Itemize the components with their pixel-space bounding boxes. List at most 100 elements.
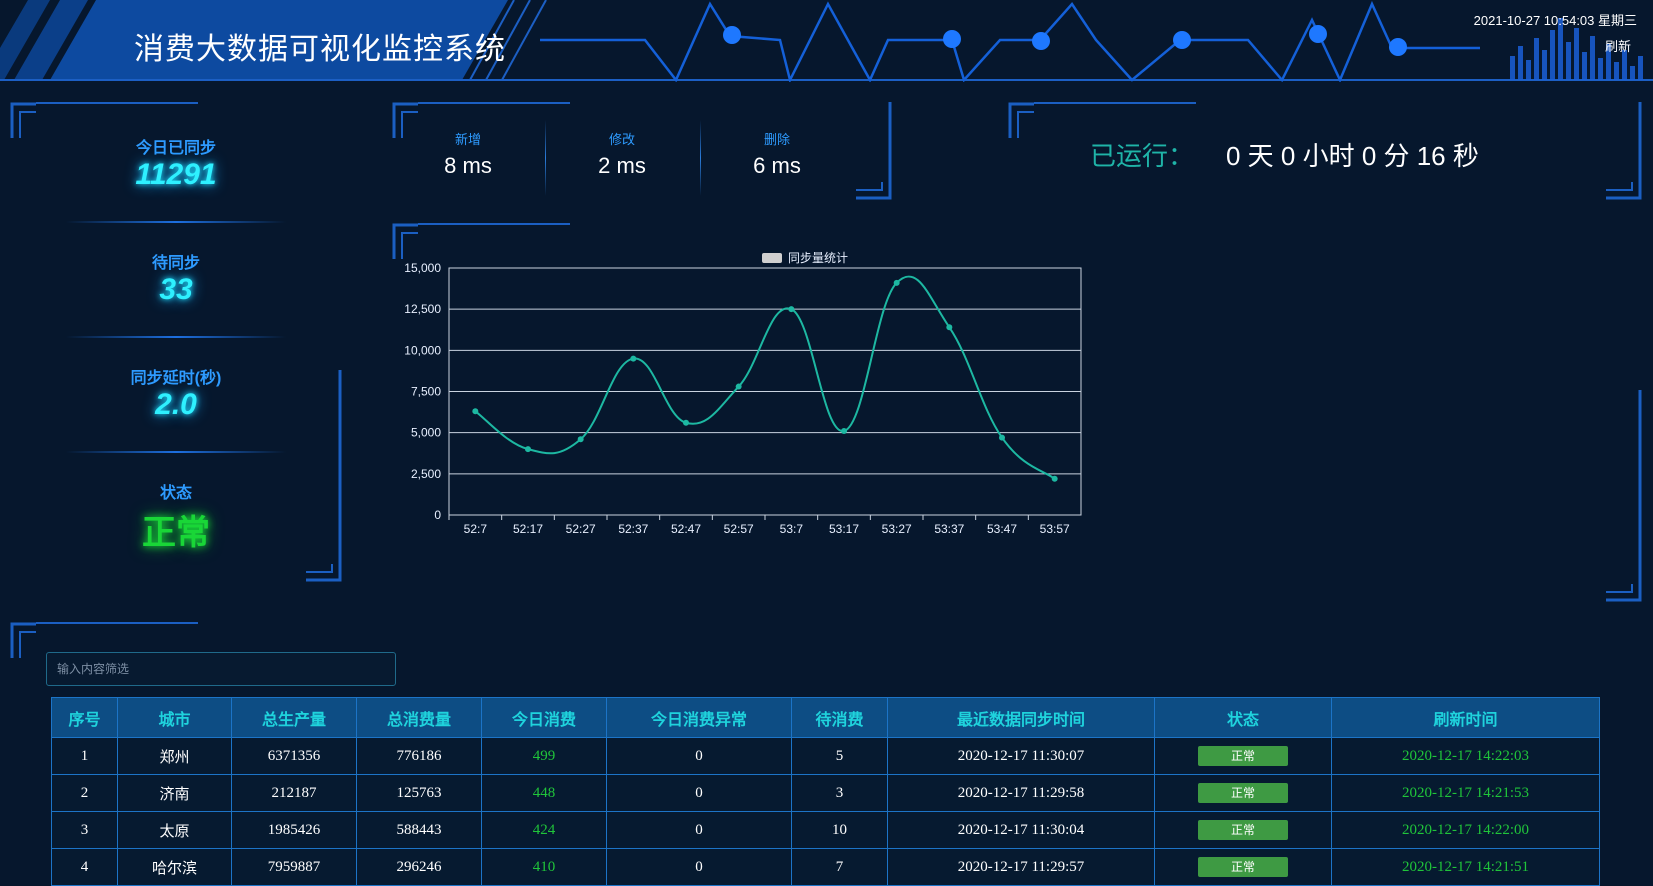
column-header: 今日消费 <box>481 697 607 738</box>
y-tick-label: 10,000 <box>404 343 441 357</box>
table-cell: 588443 <box>356 811 482 849</box>
left-panel-corner-br <box>306 370 342 582</box>
legend-label: 同步量统计 <box>788 251 848 265</box>
table-row[interactable]: 4 哈尔滨 7959887 296246 410 0 7 2020-12-17 11:29:5… <box>51 848 1600 886</box>
header-bar: 消费大数据可视化监控系统 2021-10-27 10:54:03 星期三 刷新 <box>0 0 1653 82</box>
table-cell: 济南 <box>117 774 232 812</box>
table-cell: 2020-12-17 14:22:00 <box>1331 811 1600 849</box>
column-header: 总生产量 <box>231 697 357 738</box>
data-point[interactable] <box>577 436 584 443</box>
table-cell: 2020-12-17 11:30:04 <box>887 811 1155 849</box>
table-cell: 2020-12-17 11:29:58 <box>887 774 1155 812</box>
x-tick-label: 52:27 <box>566 522 596 536</box>
table-row[interactable]: 2 济南 212187 125763 448 0 3 2020-12-17 11:29:58 正… <box>51 774 1600 812</box>
table-cell: 296246 <box>356 848 482 886</box>
chart-panel-corner-br <box>1606 390 1642 602</box>
synced-today-value: 11291 <box>135 158 217 191</box>
table-cell: 0 <box>606 737 792 775</box>
status-value: 正常 <box>142 514 210 552</box>
app-title: 消费大数据可视化监控系统 <box>134 33 506 66</box>
data-point[interactable] <box>1051 475 1058 482</box>
data-point[interactable] <box>525 446 531 453</box>
data-point[interactable] <box>472 408 479 415</box>
data-point[interactable] <box>630 355 637 362</box>
table-cell: 太原 <box>117 811 232 849</box>
uptime-label: 已运行： <box>1090 141 1195 171</box>
y-tick-label: 0 <box>434 508 441 522</box>
x-tick-label: 52:7 <box>464 522 488 536</box>
table-cell: 499 <box>481 737 607 775</box>
table-cell: 0 <box>606 774 792 812</box>
insert-time-value: 8 ms <box>444 153 492 178</box>
table-cell: 6371356 <box>231 737 357 775</box>
pending-sync-label: 待同步 <box>151 255 200 272</box>
table-cell: 1985426 <box>231 811 357 849</box>
series-line-sync-volume <box>474 275 1056 480</box>
x-tick-label: 53:37 <box>934 522 964 536</box>
x-tick-label: 53:7 <box>780 522 804 536</box>
timing-separator <box>545 120 546 196</box>
y-tick-label: 2,500 <box>411 467 441 481</box>
table-cell: 4 <box>51 848 118 886</box>
table-cell: 郑州 <box>117 737 232 775</box>
refresh-button[interactable]: 刷新 <box>1605 36 1631 55</box>
data-point[interactable] <box>683 419 689 426</box>
filter-input[interactable] <box>46 652 396 686</box>
x-tick-label: 53:47 <box>987 522 1017 536</box>
column-header: 最近数据同步时间 <box>887 697 1155 738</box>
x-tick-label: 53:17 <box>829 522 859 536</box>
table-cell: 7959887 <box>231 848 357 886</box>
x-tick-label: 52:47 <box>671 522 701 536</box>
table-cell: 3 <box>51 811 118 849</box>
x-tick-label: 52:57 <box>724 522 754 536</box>
table-cell: 正常 <box>1154 848 1332 886</box>
data-point[interactable] <box>735 383 742 390</box>
table-cell: 正常 <box>1154 811 1332 849</box>
x-tick-label: 53:27 <box>882 522 912 536</box>
table-cell: 776186 <box>356 737 482 775</box>
uptime-value: 0 天 0 小时 0 分 16 秒 <box>1226 141 1479 171</box>
table-header-row: 序号 城市 总生产量 总消费量 今日消费 今日消费异常 待消费 最近数据同步时间 状态 刷新时间 <box>51 697 1600 738</box>
data-point[interactable] <box>893 279 900 286</box>
sync-delay-value: 2.0 <box>155 388 197 421</box>
data-point[interactable] <box>946 324 953 331</box>
status-badge: 正常 <box>1198 783 1288 803</box>
table-cell: 125763 <box>356 774 482 812</box>
column-header: 待消费 <box>791 697 888 738</box>
table-cell: 2 <box>51 774 118 812</box>
status-badge: 正常 <box>1198 857 1288 877</box>
data-point[interactable] <box>841 428 847 435</box>
y-tick-label: 12,500 <box>404 302 441 316</box>
table-row[interactable]: 1 郑州 6371356 776186 499 0 5 2020-12-17 11:30:07… <box>51 737 1600 775</box>
data-point[interactable] <box>999 434 1005 441</box>
stat-divider <box>66 221 286 223</box>
data-point[interactable] <box>788 306 795 313</box>
column-header: 状态 <box>1154 697 1332 738</box>
table-cell: 5 <box>791 737 888 775</box>
delete-time-value: 6 ms <box>753 153 801 178</box>
table-cell: 哈尔滨 <box>117 848 232 886</box>
table-cell: 0 <box>606 811 792 849</box>
timing-separator <box>700 120 701 196</box>
table-cell: 212187 <box>231 774 357 812</box>
table-cell: 424 <box>481 811 607 849</box>
table-cell: 正常 <box>1154 737 1332 775</box>
x-tick-label: 52:37 <box>618 522 648 536</box>
column-header: 今日消费异常 <box>606 697 792 738</box>
y-tick-label: 5,000 <box>411 426 441 440</box>
table-row[interactable]: 3 太原 1985426 588443 424 0 10 2020-12-17 11:30:0… <box>51 811 1600 849</box>
sync-volume-line-chart: 同步量统计 0 2,500 5,000 7,500 10,000 12,500 15,000… <box>404 251 1082 536</box>
synced-today-label: 今日已同步 <box>135 140 216 157</box>
table-cell: 2020-12-17 14:21:51 <box>1331 848 1600 886</box>
table-cell: 448 <box>481 774 607 812</box>
status-badge: 正常 <box>1198 820 1288 840</box>
delete-time-label: 删除 <box>763 132 790 147</box>
table-cell: 3 <box>791 774 888 812</box>
table-cell: 10 <box>791 811 888 849</box>
table-cell: 1 <box>51 737 118 775</box>
update-time-value: 2 ms <box>598 153 646 178</box>
uptime-panel-corner-tl <box>1008 102 1196 138</box>
table-cell: 0 <box>606 848 792 886</box>
stat-divider <box>66 336 286 338</box>
sync-delay-label: 同步延时(秒) <box>130 370 222 387</box>
